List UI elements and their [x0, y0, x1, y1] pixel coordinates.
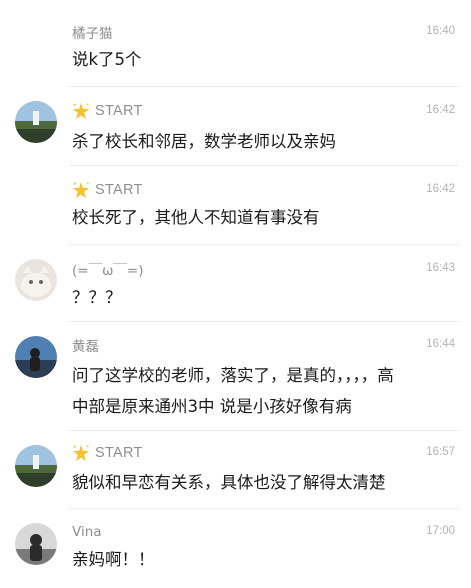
message-item: Vina 17:00 亲妈啊！！	[0, 509, 471, 588]
message-text: 貌似和早恋有关系，具体也没了解得太清楚	[72, 473, 386, 492]
message-time: 16:43	[426, 262, 455, 274]
sender-name[interactable]: Vina	[72, 524, 102, 540]
sender-name[interactable]: START	[95, 182, 143, 198]
message-text-line: 问了这学校的老师，落实了，是真的，，，，高	[72, 366, 394, 385]
message-item: START 16:42 校长死了，其他人不知道有事没有	[0, 166, 471, 244]
message-text: 校长死了，其他人不知道有事没有	[72, 208, 320, 227]
message-text-line: 中部是原来通州3中 说是小孩好像有病	[72, 397, 352, 416]
sparkle-star-icon	[72, 181, 90, 199]
sender-name[interactable]: (=￣ω￣=)	[72, 259, 143, 279]
message-text: 亲妈啊！！	[72, 550, 155, 569]
avatar[interactable]	[15, 523, 57, 565]
avatar[interactable]	[15, 445, 57, 487]
message-text: 杀了校长和邻居，数学老师以及亲妈	[72, 132, 336, 151]
message-item: 黄磊 16:44 问了这学校的老师，落实了，是真的，，，，高 中部是原来通州3中…	[0, 322, 471, 428]
message-time: 16:57	[426, 446, 455, 458]
sender-name[interactable]: START	[95, 445, 143, 461]
message-item: (=￣ω￣=) 16:43 ？？？	[0, 245, 471, 321]
sender-name[interactable]: START	[95, 103, 143, 119]
message-item: 橘子猫 16:40 说k了5个	[0, 0, 471, 84]
sparkle-star-icon	[72, 444, 90, 462]
message-item: START 16:57 貌似和早恋有关系，具体也没了解得太清楚	[0, 431, 471, 507]
message-text: 说k了5个	[72, 50, 142, 69]
message-text: 问了这学校的老师，落实了，是真的，，，，高 中部是原来通州3中 说是小孩好像有病	[72, 362, 447, 421]
message-time: 17:00	[426, 525, 455, 537]
sender-name[interactable]: 黄磊	[72, 335, 99, 355]
avatar[interactable]	[15, 336, 57, 378]
message-item: START 16:42 杀了校长和邻居，数学老师以及亲妈	[0, 87, 471, 165]
message-time: 16:40	[426, 25, 455, 37]
message-time: 16:44	[426, 338, 455, 350]
avatar[interactable]	[15, 101, 57, 143]
message-text: ？？？	[72, 288, 122, 307]
message-time: 16:42	[426, 104, 455, 116]
message-time: 16:42	[426, 183, 455, 195]
avatar[interactable]	[15, 259, 57, 301]
sender-name[interactable]: 橘子猫	[72, 22, 113, 42]
sparkle-star-icon	[72, 102, 90, 120]
